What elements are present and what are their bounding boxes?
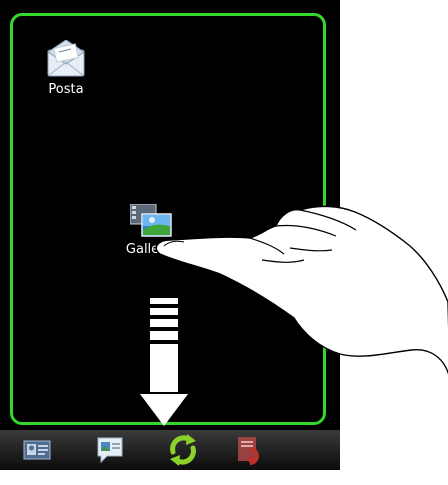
bottom-dock	[0, 430, 340, 470]
app-label: Posta	[48, 82, 84, 97]
hand-pointer-icon	[155, 205, 448, 376]
document-return-icon[interactable]	[234, 435, 264, 465]
rotate-arrows-icon[interactable]	[165, 432, 201, 468]
contacts-card-icon[interactable]	[22, 435, 52, 465]
app-posta[interactable]: Posta	[43, 39, 89, 97]
messages-bubble-icon[interactable]	[95, 435, 125, 465]
mail-envelope-icon	[47, 39, 85, 77]
